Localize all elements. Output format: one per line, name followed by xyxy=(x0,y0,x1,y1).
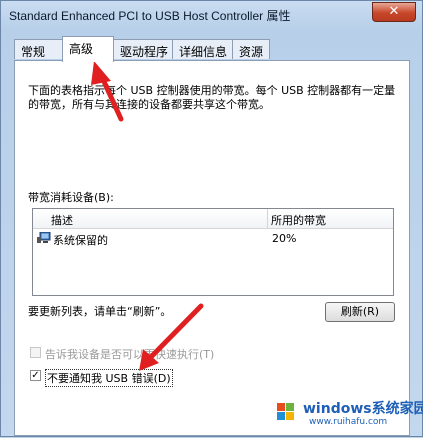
fast-execution-label: 告诉我设备是否可以更快速执行(T) xyxy=(45,348,215,361)
properties-dialog: Standard Enhanced PCI to USB Host Contro… xyxy=(0,0,423,437)
column-header-bandwidth[interactable]: 所用的带宽 xyxy=(271,212,326,228)
list-header: 描述 所用的带宽 xyxy=(33,209,393,229)
computer-icon xyxy=(37,232,51,243)
refresh-button[interactable]: 刷新(R) xyxy=(325,302,395,322)
watermark-site: www.ruihafu.com xyxy=(309,417,388,427)
watermark-logo: windows系统家园 www.ruihafu.com xyxy=(269,394,423,434)
tab-strip: 常规 高级 驱动程序 详细信息 资源 xyxy=(14,36,414,62)
tab-general[interactable]: 常规 xyxy=(14,39,63,59)
fast-execution-checkbox[interactable] xyxy=(30,347,41,358)
bandwidth-description: 下面的表格指示每个 USB 控制器使用的带宽。每个 USB 控制器都有一定量的带… xyxy=(28,84,396,111)
row-device-name: 系统保留的 xyxy=(53,234,108,247)
column-header-description[interactable]: 描述 xyxy=(51,212,73,228)
bandwidth-device-list[interactable]: 描述 所用的带宽 系统保留的 20% xyxy=(32,208,394,296)
tab-driver[interactable]: 驱动程序 xyxy=(113,39,173,59)
tab-details[interactable]: 详细信息 xyxy=(172,39,233,59)
title-bar[interactable]: Standard Enhanced PCI to USB Host Contro… xyxy=(1,1,422,29)
tab-advanced[interactable]: 高级 xyxy=(62,36,114,62)
no-usb-error-checkbox[interactable]: ✓ xyxy=(30,370,41,381)
advanced-panel: 下面的表格指示每个 USB 控制器使用的带宽。每个 USB 控制器都有一定量的带… xyxy=(14,60,410,436)
watermark-brand: windows系统家园 xyxy=(303,401,423,417)
tab-resources[interactable]: 资源 xyxy=(232,39,270,59)
no-usb-error-label: 不要通知我 USB 错误(D) xyxy=(45,369,173,387)
window-title: Standard Enhanced PCI to USB Host Contro… xyxy=(9,9,291,23)
fast-execution-option[interactable]: 告诉我设备是否可以更快速执行(T) xyxy=(28,345,248,361)
no-usb-error-option[interactable]: ✓ 不要通知我 USB 错误(D) xyxy=(28,368,208,387)
close-button[interactable]: ✕ xyxy=(372,2,416,22)
table-row[interactable]: 系统保留的 20% xyxy=(33,231,393,248)
refresh-hint: 要更新列表，请单击“刷新”。 xyxy=(28,305,172,318)
row-bandwidth-value: 20% xyxy=(272,232,297,245)
column-divider[interactable] xyxy=(267,209,268,228)
bandwidth-devices-label: 带宽消耗设备(B): xyxy=(28,191,114,204)
